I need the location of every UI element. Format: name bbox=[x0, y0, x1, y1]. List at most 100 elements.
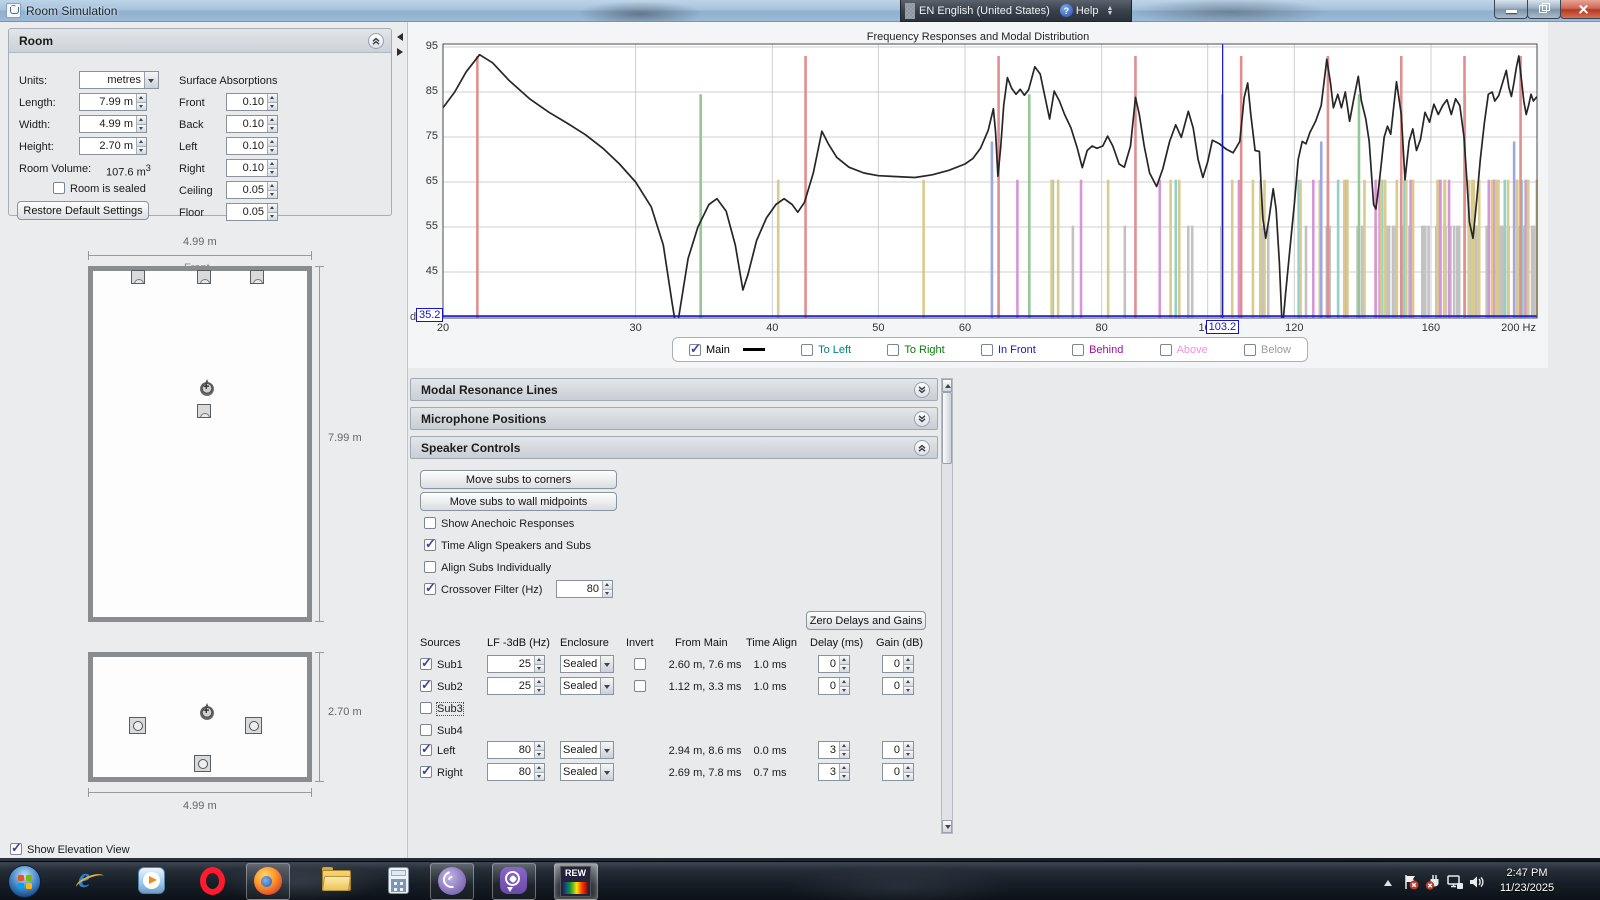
top-view-room[interactable] bbox=[88, 266, 312, 622]
left-enclosure-select[interactable]: Sealed bbox=[560, 741, 614, 759]
absorption-floor-input[interactable]: 0.05 bbox=[226, 203, 278, 221]
right-delay-input[interactable]: 3 bbox=[818, 763, 850, 781]
sub3-enable-checkbox[interactable] bbox=[420, 702, 432, 714]
section-speaker-controls[interactable]: Speaker Controls bbox=[410, 436, 938, 459]
listener-icon[interactable]: + bbox=[200, 380, 216, 396]
help-icon[interactable]: ? bbox=[1060, 4, 1073, 17]
expand-section-icon[interactable] bbox=[914, 382, 930, 398]
scroll-down-icon[interactable] bbox=[942, 820, 952, 833]
absorption-right-input[interactable]: 0.10 bbox=[226, 159, 278, 177]
legend-checkbox[interactable] bbox=[1244, 344, 1256, 356]
sub2-delay-input[interactable]: 0 bbox=[818, 677, 850, 695]
legend-item-in-front[interactable]: In Front bbox=[981, 344, 1036, 356]
taskbar-clock[interactable]: 2:47 PM 11/23/2025 bbox=[1484, 866, 1570, 896]
scroll-up-icon[interactable] bbox=[942, 379, 952, 392]
left-gain-input[interactable]: 0 bbox=[882, 741, 914, 759]
right-enclosure-select[interactable]: Sealed bbox=[560, 763, 614, 781]
legend-item-to-left[interactable]: To Left bbox=[801, 344, 851, 356]
left-speaker-icon[interactable] bbox=[131, 270, 145, 284]
close-button[interactable] bbox=[1560, 0, 1600, 19]
legend-item-below[interactable]: Below bbox=[1244, 344, 1291, 356]
absorption-left-input[interactable]: 0.10 bbox=[226, 137, 278, 155]
legend-checkbox[interactable] bbox=[689, 344, 701, 356]
tray-expand-icon[interactable] bbox=[1384, 880, 1392, 886]
width-input[interactable]: 4.99 m bbox=[79, 115, 147, 133]
calculator-icon[interactable] bbox=[388, 867, 409, 894]
minimize-button[interactable] bbox=[1494, 0, 1528, 19]
right-lf-input[interactable]: 80 bbox=[487, 763, 545, 781]
rew-icon[interactable]: REW V5.1 bbox=[560, 866, 591, 897]
move-subs-corners-button[interactable]: Move subs to corners bbox=[420, 470, 617, 489]
height-input[interactable]: 2.70 m bbox=[79, 137, 147, 155]
collapse-left-pane-icon[interactable] bbox=[397, 33, 403, 41]
sub1-enable-checkbox[interactable] bbox=[420, 658, 432, 670]
frequency-response-chart[interactable]: Frequency Responses and Modal Distributi… bbox=[408, 28, 1548, 338]
legend-checkbox[interactable] bbox=[887, 344, 899, 356]
align-subs-checkbox[interactable] bbox=[424, 561, 436, 573]
crossover-input[interactable]: 80 bbox=[556, 580, 613, 598]
elevation-right-speaker-icon[interactable] bbox=[245, 717, 262, 734]
language-options-icon[interactable]: ▲▼ bbox=[1106, 6, 1113, 16]
length-input[interactable]: 7.99 m bbox=[79, 93, 147, 111]
legend-item-above[interactable]: Above bbox=[1160, 344, 1208, 356]
sub1-enclosure-select[interactable]: Sealed bbox=[560, 655, 614, 673]
power-plug-icon[interactable] bbox=[1424, 873, 1442, 891]
legend-checkbox[interactable] bbox=[1160, 344, 1172, 356]
language-bar[interactable]: EN English (United States) ? Help ▲▼ bbox=[900, 0, 1132, 22]
collapse-room-icon[interactable] bbox=[368, 33, 384, 49]
legend-checkbox[interactable] bbox=[981, 344, 993, 356]
network-icon[interactable] bbox=[1446, 873, 1464, 891]
time-align-checkbox[interactable] bbox=[424, 539, 436, 551]
language-help-label[interactable]: Help bbox=[1076, 5, 1099, 17]
center-speaker-icon[interactable] bbox=[197, 270, 211, 284]
sub1-delay-input[interactable]: 0 bbox=[818, 655, 850, 673]
action-center-icon[interactable] bbox=[1402, 873, 1420, 891]
left-enable-checkbox[interactable] bbox=[420, 744, 432, 756]
move-subs-midpoints-button[interactable]: Move subs to wall midpoints bbox=[420, 492, 617, 511]
zero-delays-button[interactable]: Zero Delays and Gains bbox=[806, 611, 926, 630]
scrollbar-thumb[interactable] bbox=[942, 392, 952, 464]
legend-item-behind[interactable]: Behind bbox=[1072, 344, 1123, 356]
sub1-gain-input[interactable]: 0 bbox=[882, 655, 914, 673]
start-button[interactable] bbox=[8, 865, 41, 898]
collapse-section-icon[interactable] bbox=[914, 440, 930, 456]
firefox-icon[interactable] bbox=[254, 867, 282, 895]
elevation-listener-icon[interactable]: + bbox=[200, 704, 216, 720]
units-select[interactable]: metres bbox=[79, 71, 159, 89]
bittorrent-icon[interactable] bbox=[438, 867, 466, 895]
sub2-enclosure-select[interactable]: Sealed bbox=[560, 677, 614, 695]
elevation-left-speaker-icon[interactable] bbox=[129, 717, 146, 734]
media-player-icon[interactable] bbox=[138, 867, 165, 894]
sub1-lf-input[interactable]: 25 bbox=[487, 655, 545, 673]
legend-checkbox[interactable] bbox=[1072, 344, 1084, 356]
language-label[interactable]: EN English (United States) bbox=[919, 5, 1050, 17]
panel-scrollbar[interactable] bbox=[941, 378, 953, 834]
section-microphone-positions[interactable]: Microphone Positions bbox=[410, 407, 938, 430]
sub2-gain-input[interactable]: 0 bbox=[882, 677, 914, 695]
sub2-invert-checkbox[interactable] bbox=[634, 680, 646, 692]
viber-icon[interactable] bbox=[500, 867, 527, 894]
file-explorer-icon[interactable] bbox=[322, 867, 351, 892]
sub1-invert-checkbox[interactable] bbox=[634, 658, 646, 670]
chart-plot[interactable] bbox=[408, 28, 1548, 338]
title-bar[interactable]: Room Simulation EN English (United State… bbox=[0, 0, 1600, 22]
sub-speaker-icon[interactable] bbox=[197, 404, 211, 418]
expand-section-icon[interactable] bbox=[914, 411, 930, 427]
sub2-enable-checkbox[interactable] bbox=[420, 680, 432, 692]
sub2-lf-input[interactable]: 25 bbox=[487, 677, 545, 695]
restore-button[interactable] bbox=[1527, 0, 1561, 19]
right-gain-input[interactable]: 0 bbox=[882, 763, 914, 781]
language-bar-grip[interactable] bbox=[905, 3, 915, 19]
legend-item-main[interactable]: Main bbox=[689, 344, 765, 356]
legend-item-to-right[interactable]: To Right bbox=[887, 344, 944, 356]
sub4-enable-checkbox[interactable] bbox=[420, 724, 432, 736]
show-anechoic-checkbox[interactable] bbox=[424, 517, 436, 529]
absorption-ceiling-input[interactable]: 0.05 bbox=[226, 181, 278, 199]
absorption-back-input[interactable]: 0.10 bbox=[226, 115, 278, 133]
restore-defaults-button[interactable]: Restore Default Settings bbox=[17, 201, 149, 220]
internet-explorer-icon[interactable]: e bbox=[76, 867, 104, 895]
right-speaker-icon[interactable] bbox=[250, 270, 264, 284]
section-modal-resonance[interactable]: Modal Resonance Lines bbox=[410, 378, 938, 401]
right-enable-checkbox[interactable] bbox=[420, 766, 432, 778]
expand-left-pane-icon[interactable] bbox=[397, 48, 403, 56]
